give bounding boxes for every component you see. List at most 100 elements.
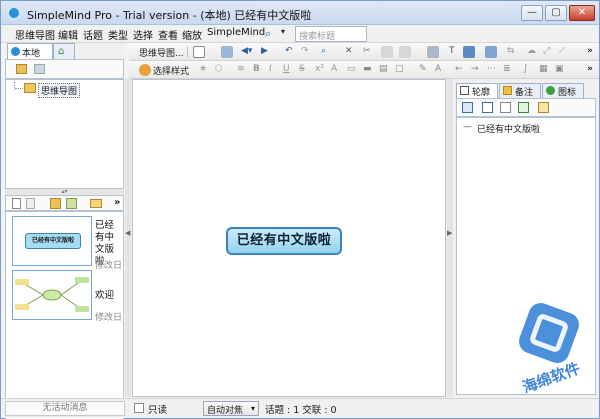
- folder-icon: [24, 83, 36, 93]
- tab-local[interactable]: 本地: [7, 43, 53, 59]
- layout-icon[interactable]: ▣: [555, 64, 564, 74]
- border-icon[interactable]: ▬: [363, 64, 372, 74]
- cloud-icon[interactable]: ☁: [527, 46, 536, 56]
- link-icon[interactable]: ⇆: [507, 46, 515, 56]
- menu-topic[interactable]: 话题: [83, 27, 103, 42]
- thumbnail-map-1[interactable]: 已经有中文版啦: [12, 216, 92, 266]
- arrow-left-icon[interactable]: ←: [455, 64, 463, 74]
- checkbox-tool-icon[interactable]: [485, 46, 497, 58]
- menu-simplemind[interactable]: SimpleMind: [207, 27, 265, 38]
- shape-icon[interactable]: ⬡: [215, 64, 223, 74]
- main-toolbar: 思维导图... ◀▾ ▶ ↶ ↷ ⌕ ✕ ✂ T ⇆ ☁ ⤢ ⟋ »: [129, 43, 599, 61]
- collapse-left-icon[interactable]: ◀: [125, 229, 130, 237]
- zoom-icon[interactable]: ⌕: [321, 46, 326, 56]
- text-icon[interactable]: T: [449, 46, 455, 56]
- tab-outline[interactable]: 轮廓: [456, 83, 498, 98]
- open-folder-icon[interactable]: [50, 198, 61, 209]
- select-style-button[interactable]: 选择样式: [153, 64, 189, 77]
- outline-check-icon[interactable]: [482, 102, 493, 113]
- text-color-icon[interactable]: A: [331, 64, 337, 74]
- search-dropdown-icon[interactable]: ▾: [281, 27, 285, 36]
- fill-icon[interactable]: ▤: [379, 64, 388, 74]
- line-style-icon[interactable]: ⋯: [487, 64, 496, 74]
- tab-local-label: 本地: [22, 49, 41, 59]
- watermark-text: 海绵软件: [519, 359, 583, 397]
- tab-icons[interactable]: 图标: [542, 83, 584, 98]
- email-icon[interactable]: [90, 199, 102, 208]
- superscript-icon[interactable]: x²: [315, 64, 324, 74]
- toolbar-overflow-icon[interactable]: »: [587, 46, 593, 56]
- readonly-checkbox[interactable]: [134, 403, 144, 413]
- search-icon[interactable]: ⌕: [265, 27, 271, 41]
- menu-type[interactable]: 类型: [108, 27, 128, 42]
- thumbs-toolbar: »: [5, 195, 124, 211]
- menu-edit[interactable]: 编辑: [58, 27, 78, 42]
- minimize-button[interactable]: —: [521, 5, 543, 21]
- node-shape-icon[interactable]: ▭: [347, 64, 356, 74]
- collapse-right-icon[interactable]: ▶: [447, 229, 452, 237]
- copy-map-icon[interactable]: [26, 198, 35, 209]
- search-input[interactable]: 搜索标题: [295, 26, 367, 42]
- delete-icon[interactable]: ✕: [345, 46, 353, 56]
- outline-item[interactable]: 已经有中文版啦: [477, 122, 540, 135]
- tree-item-mindmap[interactable]: 思维导图: [38, 83, 81, 98]
- insert-icon[interactable]: [463, 46, 475, 58]
- thumbnail-map-2[interactable]: [12, 270, 92, 320]
- new-map-icon[interactable]: [12, 198, 21, 209]
- outline-export-icon[interactable]: [538, 102, 549, 113]
- connector-icon[interactable]: ⟋: [559, 46, 565, 56]
- tab-notes-label: 备注: [515, 88, 534, 98]
- title-bar: SimpleMind Pro - Trial version - (本地) 已经…: [1, 1, 599, 25]
- arrow-right-icon[interactable]: →: [471, 64, 479, 74]
- tab-notes[interactable]: 备注: [499, 83, 541, 98]
- forward-arrow-icon[interactable]: ▶: [261, 46, 268, 56]
- thumbs-overflow-icon[interactable]: »: [114, 197, 120, 208]
- new-document-icon[interactable]: [193, 46, 205, 58]
- style-toolbar-overflow-icon[interactable]: »: [587, 64, 593, 74]
- box-icon[interactable]: ▢: [395, 64, 404, 74]
- pen-icon[interactable]: ✎: [419, 64, 427, 74]
- style-toolbar: 选择样式 ★ ⬡ ≡ B I U S x² A ▭ ▬ ▤ ▢ ✎ A ← → …: [129, 61, 599, 79]
- align-icon[interactable]: ≡: [237, 64, 245, 74]
- new-folder-icon[interactable]: [16, 64, 27, 74]
- menu-mindmap[interactable]: 思维导图: [15, 27, 55, 42]
- autofocus-dropdown[interactable]: 自动对焦 ▾: [203, 401, 259, 416]
- central-topic-node[interactable]: 已经有中文版啦: [226, 227, 342, 255]
- mindmap-toolbar-button[interactable]: 思维导图...: [139, 46, 184, 59]
- tab-cloud[interactable]: ⌂: [53, 43, 75, 59]
- image-icon[interactable]: [427, 46, 439, 58]
- relation-icon[interactable]: ⤢: [543, 46, 550, 56]
- style-palette-icon[interactable]: [139, 64, 151, 76]
- left-splitter[interactable]: ◀: [125, 79, 131, 397]
- curve-icon[interactable]: ∫: [523, 64, 528, 74]
- export-icon[interactable]: [66, 198, 77, 209]
- cut-icon[interactable]: ✂: [363, 46, 371, 56]
- undo-icon[interactable]: ↶: [285, 46, 293, 56]
- menu-zoom[interactable]: 缩放: [182, 27, 202, 42]
- menu-view[interactable]: 查看: [158, 27, 178, 42]
- save-icon[interactable]: [221, 46, 233, 58]
- close-button[interactable]: ✕: [569, 5, 595, 21]
- star-icon[interactable]: ★: [199, 64, 207, 74]
- outline-checked-icon[interactable]: [518, 102, 529, 113]
- underline-icon[interactable]: U: [283, 64, 290, 74]
- strikethrough-icon[interactable]: S: [299, 64, 305, 74]
- window-title: SimpleMind Pro - Trial version - (本地) 已经…: [27, 9, 312, 22]
- font-color-icon[interactable]: A: [435, 64, 441, 74]
- folder-settings-icon[interactable]: [34, 64, 45, 74]
- outline-box-icon[interactable]: [500, 102, 511, 113]
- thumbnail-title[interactable]: 欢迎: [95, 290, 123, 302]
- line-weight-icon[interactable]: ≣: [503, 64, 511, 74]
- notes-tab-icon: [503, 86, 512, 95]
- grid-icon[interactable]: ▦: [539, 64, 548, 74]
- copy-icon[interactable]: [381, 46, 393, 58]
- back-arrow-icon[interactable]: ◀▾: [241, 46, 252, 56]
- right-splitter[interactable]: ▶: [447, 79, 453, 397]
- menu-select[interactable]: 选择: [133, 27, 153, 42]
- bold-icon[interactable]: B: [253, 64, 260, 74]
- outline-view-icon[interactable]: [462, 102, 473, 113]
- redo-icon[interactable]: ↷: [301, 46, 309, 56]
- italic-icon[interactable]: I: [269, 64, 272, 74]
- maximize-button[interactable]: ▢: [545, 5, 567, 21]
- paste-icon[interactable]: [399, 46, 411, 58]
